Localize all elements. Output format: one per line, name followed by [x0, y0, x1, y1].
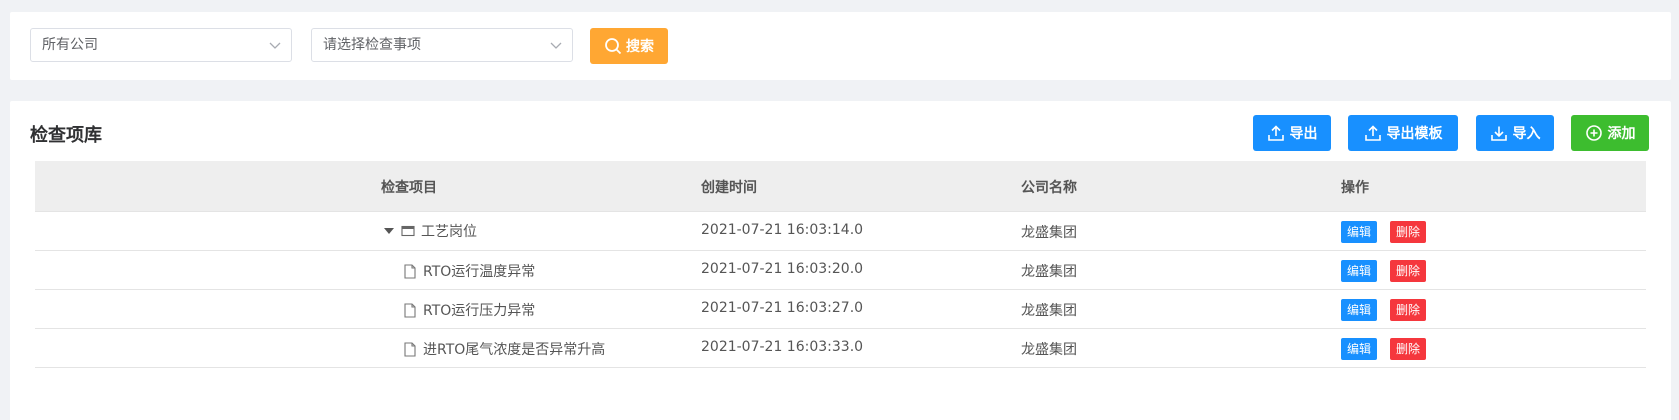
import-button[interactable]: 导入: [1476, 115, 1554, 151]
table-row: 进RTO尾气浓度是否异常升高 2021-07-21 16:03:33.0 龙盛集…: [35, 329, 1646, 368]
export-button[interactable]: 导出: [1253, 115, 1331, 151]
chevron-down-icon: [269, 42, 281, 49]
row-company-name: 龙盛集团: [1021, 342, 1077, 358]
search-button-label: 搜索: [626, 39, 654, 55]
file-icon: [404, 302, 416, 318]
row-item-name: 工艺岗位: [421, 224, 477, 240]
export-button-label: 导出: [1289, 126, 1318, 142]
delete-button[interactable]: 删除: [1390, 221, 1427, 243]
edit-button[interactable]: 编辑: [1341, 221, 1378, 243]
filter-panel: 所有公司 请选择检查事项 搜索: [10, 12, 1671, 80]
row-created-time: 2021-07-21 16:03:27.0: [701, 300, 864, 316]
header-actions: 操作: [1341, 180, 1369, 196]
check-library-panel: 检查项库 导出 导出模板 导入 添加 检查项目 创建时间 公司名称 操作 工艺岗…: [10, 101, 1671, 420]
download-icon: [1490, 126, 1507, 141]
table-header: 检查项目 创建时间 公司名称 操作: [35, 161, 1646, 212]
page-title: 检查项库: [30, 125, 102, 146]
check-item-select-placeholder: 请选择检查事项: [323, 37, 421, 53]
row-item-name: RTO运行压力异常: [423, 303, 536, 319]
delete-button[interactable]: 删除: [1390, 299, 1427, 321]
header-company-name: 公司名称: [1021, 180, 1077, 196]
export-template-button[interactable]: 导出模板: [1348, 115, 1458, 151]
check-item-table: 检查项目 创建时间 公司名称 操作 工艺岗位 2021-07-21 16:03:…: [35, 161, 1646, 368]
folder-icon: [401, 225, 415, 237]
import-button-label: 导入: [1512, 126, 1541, 142]
table-row: RTO运行温度异常 2021-07-21 16:03:20.0 龙盛集团 编辑 …: [35, 251, 1646, 290]
header-check-item: 检查项目: [381, 180, 437, 196]
table-row: RTO运行压力异常 2021-07-21 16:03:27.0 龙盛集团 编辑 …: [35, 290, 1646, 329]
edit-button[interactable]: 编辑: [1341, 299, 1378, 321]
search-icon: [605, 38, 622, 55]
edit-button[interactable]: 编辑: [1341, 260, 1378, 282]
company-select-value: 所有公司: [42, 37, 98, 53]
delete-button[interactable]: 删除: [1390, 260, 1427, 282]
row-company-name: 龙盛集团: [1021, 225, 1077, 241]
export-template-button-label: 导出模板: [1386, 126, 1443, 142]
chevron-down-icon: [550, 42, 562, 49]
file-icon: [404, 263, 416, 279]
upload-icon: [1364, 125, 1381, 141]
row-company-name: 龙盛集团: [1021, 264, 1077, 280]
caret-down-icon[interactable]: [383, 225, 395, 237]
row-created-time: 2021-07-21 16:03:33.0: [701, 339, 864, 355]
row-company-name: 龙盛集团: [1021, 303, 1077, 319]
header-created-time: 创建时间: [701, 180, 757, 196]
row-item-name: 进RTO尾气浓度是否异常升高: [423, 342, 606, 358]
row-created-time: 2021-07-21 16:03:20.0: [701, 261, 864, 277]
company-select[interactable]: 所有公司: [30, 28, 292, 62]
upload-icon: [1267, 125, 1284, 141]
add-button-label: 添加: [1607, 126, 1636, 142]
row-item-name: RTO运行温度异常: [423, 264, 536, 280]
check-item-select[interactable]: 请选择检查事项: [311, 28, 573, 62]
plus-circle-icon: [1585, 125, 1602, 141]
delete-button[interactable]: 删除: [1390, 338, 1427, 360]
table-row: 工艺岗位 2021-07-21 16:03:14.0 龙盛集团 编辑 删除: [35, 212, 1646, 251]
add-button[interactable]: 添加: [1571, 115, 1649, 151]
file-icon: [404, 341, 416, 357]
search-button[interactable]: 搜索: [590, 28, 668, 64]
row-created-time: 2021-07-21 16:03:14.0: [701, 222, 864, 238]
edit-button[interactable]: 编辑: [1341, 338, 1378, 360]
